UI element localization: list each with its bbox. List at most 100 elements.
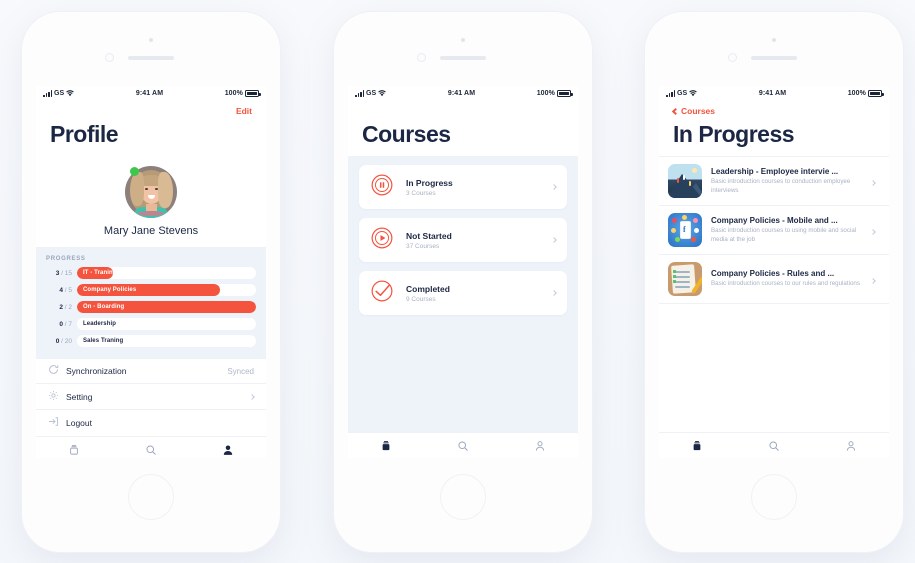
courses-body: In Progress 3 Courses Not Started 37 Cou… <box>348 156 578 458</box>
tab-bar <box>36 436 266 458</box>
course-card-text: In Progress 3 Courses <box>406 178 552 197</box>
list-item[interactable]: f Company Policies - Mobile and ... Basi… <box>659 206 889 256</box>
search-icon <box>769 440 779 451</box>
status-bar: GS 9:41 AM 100% <box>348 86 578 101</box>
tab-profile[interactable] <box>812 440 889 452</box>
tab-courses[interactable] <box>659 440 736 452</box>
screen-profile: GS 9:41 AM 100% Edit Profile Mary Jane S… <box>36 86 266 458</box>
page-title: In Progress <box>673 121 795 147</box>
check-circle-icon <box>370 279 396 308</box>
course-card-not-started[interactable]: Not Started 37 Courses <box>359 218 567 263</box>
front-camera-icon <box>149 38 153 42</box>
search-icon <box>458 440 468 451</box>
list-item[interactable]: Leadership - Employee intervie ... Basic… <box>659 157 889 207</box>
front-camera-icon <box>772 38 776 42</box>
in-progress-body: Leadership - Employee intervie ... Basic… <box>659 157 889 458</box>
progress-item-label: On - Boarding <box>83 304 125 311</box>
phone-chin <box>22 458 280 552</box>
pause-circle-icon <box>370 173 396 202</box>
progress-row[interactable]: 3 / 15 IT - Traning <box>46 267 256 280</box>
course-card-in-progress[interactable]: In Progress 3 Courses <box>359 165 567 210</box>
home-button[interactable] <box>440 474 486 520</box>
profile-icon <box>846 440 855 451</box>
earpiece-speaker <box>751 56 797 60</box>
progress-track: Sales Traning <box>77 335 256 348</box>
phone-earpiece-area <box>334 12 592 86</box>
menu-item-synchronization[interactable]: Synchronization Synced <box>36 358 266 385</box>
carrier-label: GS <box>677 90 688 97</box>
wifi-icon <box>689 90 698 97</box>
menu-item-setting[interactable]: Setting <box>36 384 266 411</box>
progress-row[interactable]: 2 / 2 On - Boarding <box>46 301 256 314</box>
page-title: Profile <box>50 121 119 147</box>
tab-profile[interactable] <box>501 440 578 452</box>
tab-courses[interactable] <box>348 440 425 452</box>
menu-item-logout[interactable]: Logout <box>36 410 266 436</box>
proximity-sensor-icon <box>105 53 114 62</box>
progress-item-label: Sales Traning <box>83 338 124 345</box>
list-item-description: Basic introduction courses to our rules … <box>711 280 860 288</box>
home-button[interactable] <box>128 474 174 520</box>
in-progress-list: Leadership - Employee intervie ... Basic… <box>659 157 889 432</box>
status-bar-left: GS <box>666 90 698 97</box>
courses-icon <box>693 440 701 450</box>
tab-search[interactable] <box>425 440 502 452</box>
course-card-subtitle: 9 Courses <box>406 295 436 303</box>
phone-courses: GS 9:41 AM 100% Courses In Progress 3 Co… <box>334 12 592 552</box>
signal-bars-icon <box>355 90 364 97</box>
tab-search[interactable] <box>113 444 190 456</box>
front-camera-icon <box>461 38 465 42</box>
battery-icon <box>868 90 884 97</box>
course-card-title: In Progress <box>406 177 453 188</box>
list-item[interactable]: Company Policies - Rules and ... Basic i… <box>659 255 889 305</box>
list-item-text: Leadership - Employee intervie ... Basic… <box>711 167 867 196</box>
progress-fraction: 2 / 2 <box>59 303 72 311</box>
tab-bar <box>348 432 578 458</box>
course-card-completed[interactable]: Completed 9 Courses <box>359 271 567 316</box>
progress-fraction: 0 / 20 <box>55 337 72 345</box>
menu-item-label: Synchronization <box>66 366 127 377</box>
mountain-climbers-thumb <box>668 164 702 199</box>
play-circle-icon <box>370 226 396 255</box>
list-item-text: Company Policies - Mobile and ... Basic … <box>711 216 867 245</box>
list-item-title: Company Policies - Rules and ... <box>711 269 835 279</box>
battery-percent-label: 100% <box>847 90 866 97</box>
battery-percent-label: 100% <box>224 90 243 97</box>
battery-icon <box>557 90 573 97</box>
proximity-sensor-icon <box>728 53 737 62</box>
tab-profile[interactable] <box>189 444 266 456</box>
navbar-actions <box>362 101 564 121</box>
tab-search[interactable] <box>736 440 813 452</box>
profile-icon <box>223 445 232 455</box>
progress-track: On - Boarding <box>77 301 256 314</box>
progress-row[interactable]: 4 / 5 Company Policies <box>46 284 256 297</box>
progress-item-label: IT - Traning <box>83 270 117 277</box>
course-card-subtitle: 3 Courses <box>406 189 436 197</box>
progress-row[interactable]: 0 / 7 Leadership <box>46 318 256 331</box>
progress-fraction: 3 / 15 <box>55 269 72 277</box>
course-card-title: Completed <box>406 283 450 294</box>
phone-earpiece-area <box>645 12 903 86</box>
screenshot-stage: GS 9:41 AM 100% Edit Profile Mary Jane S… <box>0 0 915 563</box>
status-bar-right: 100% <box>537 90 573 97</box>
home-button[interactable] <box>751 474 797 520</box>
courses-icon <box>70 444 79 455</box>
phone-earpiece-area <box>22 12 280 86</box>
courses-icon <box>382 440 390 450</box>
status-bar-right: 100% <box>847 90 884 97</box>
edit-button[interactable]: Edit <box>236 106 252 116</box>
profile-body: Mary Jane Stevens PROGRESS 3 / 15 IT - T… <box>36 156 266 458</box>
earpiece-speaker <box>440 56 486 60</box>
chevron-right-icon <box>551 290 557 297</box>
back-button[interactable]: Courses <box>671 106 715 116</box>
courses-navbar: Courses <box>348 101 578 157</box>
tab-courses[interactable] <box>36 444 113 456</box>
clock-label: 9:41 AM <box>758 90 787 97</box>
navbar-actions: Edit <box>50 101 252 121</box>
earpiece-speaker <box>128 56 174 60</box>
progress-section: PROGRESS 3 / 15 IT - Traning 4 / 5 Compa… <box>36 248 266 359</box>
progress-item-label: Company Policies <box>83 287 137 294</box>
status-bar: GS 9:41 AM 100% <box>659 86 889 101</box>
progress-row[interactable]: 0 / 20 Sales Traning <box>46 335 256 348</box>
sync-icon <box>48 362 66 380</box>
